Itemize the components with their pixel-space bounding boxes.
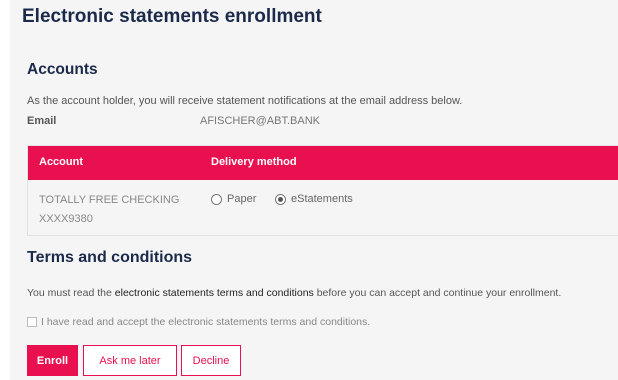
email-value: AFISCHER@ABT.BANK	[200, 115, 320, 127]
enrollment-panel: Electronic statements enrollment Account…	[10, 0, 618, 380]
accept-terms-checkbox-row[interactable]: I have read and accept the electronic st…	[27, 316, 370, 328]
delivery-estatements-label: eStatements	[291, 193, 353, 205]
email-label: Email	[27, 115, 57, 127]
column-header-delivery-method: Delivery method	[211, 156, 297, 168]
accept-terms-checkbox[interactable]	[27, 317, 37, 327]
decline-button[interactable]: Decline	[181, 345, 241, 376]
terms-description: You must read the electronic statements …	[27, 287, 561, 299]
accounts-table-header: Account Delivery method	[28, 146, 618, 180]
column-header-account: Account	[39, 156, 83, 168]
terms-text-after: before you can accept and continue your …	[313, 287, 562, 299]
radio-checked-icon[interactable]	[275, 193, 286, 205]
account-number: XXXX9380	[39, 213, 93, 225]
enroll-button[interactable]: Enroll	[27, 345, 78, 376]
ask-me-later-button[interactable]: Ask me later	[83, 345, 177, 376]
accounts-intro-text: As the account holder, you will receive …	[27, 95, 463, 107]
page-title: Electronic statements enrollment	[22, 6, 322, 27]
accounts-table: Account Delivery method TOTALLY FREE CHE…	[27, 145, 618, 236]
accounts-heading: Accounts	[27, 61, 98, 78]
terms-heading: Terms and conditions	[27, 249, 193, 266]
terms-link[interactable]: electronic statements terms and conditio…	[115, 287, 314, 299]
delivery-paper-label: Paper	[227, 193, 257, 205]
accept-terms-label: I have read and accept the electronic st…	[41, 316, 371, 328]
radio-unchecked-icon[interactable]	[211, 193, 222, 205]
account-name: TOTALLY FREE CHECKING	[39, 194, 180, 206]
delivery-estatements-radio[interactable]: eStatements	[275, 193, 353, 205]
delivery-paper-radio[interactable]: Paper	[211, 193, 256, 205]
terms-text-before: You must read the	[27, 287, 115, 299]
